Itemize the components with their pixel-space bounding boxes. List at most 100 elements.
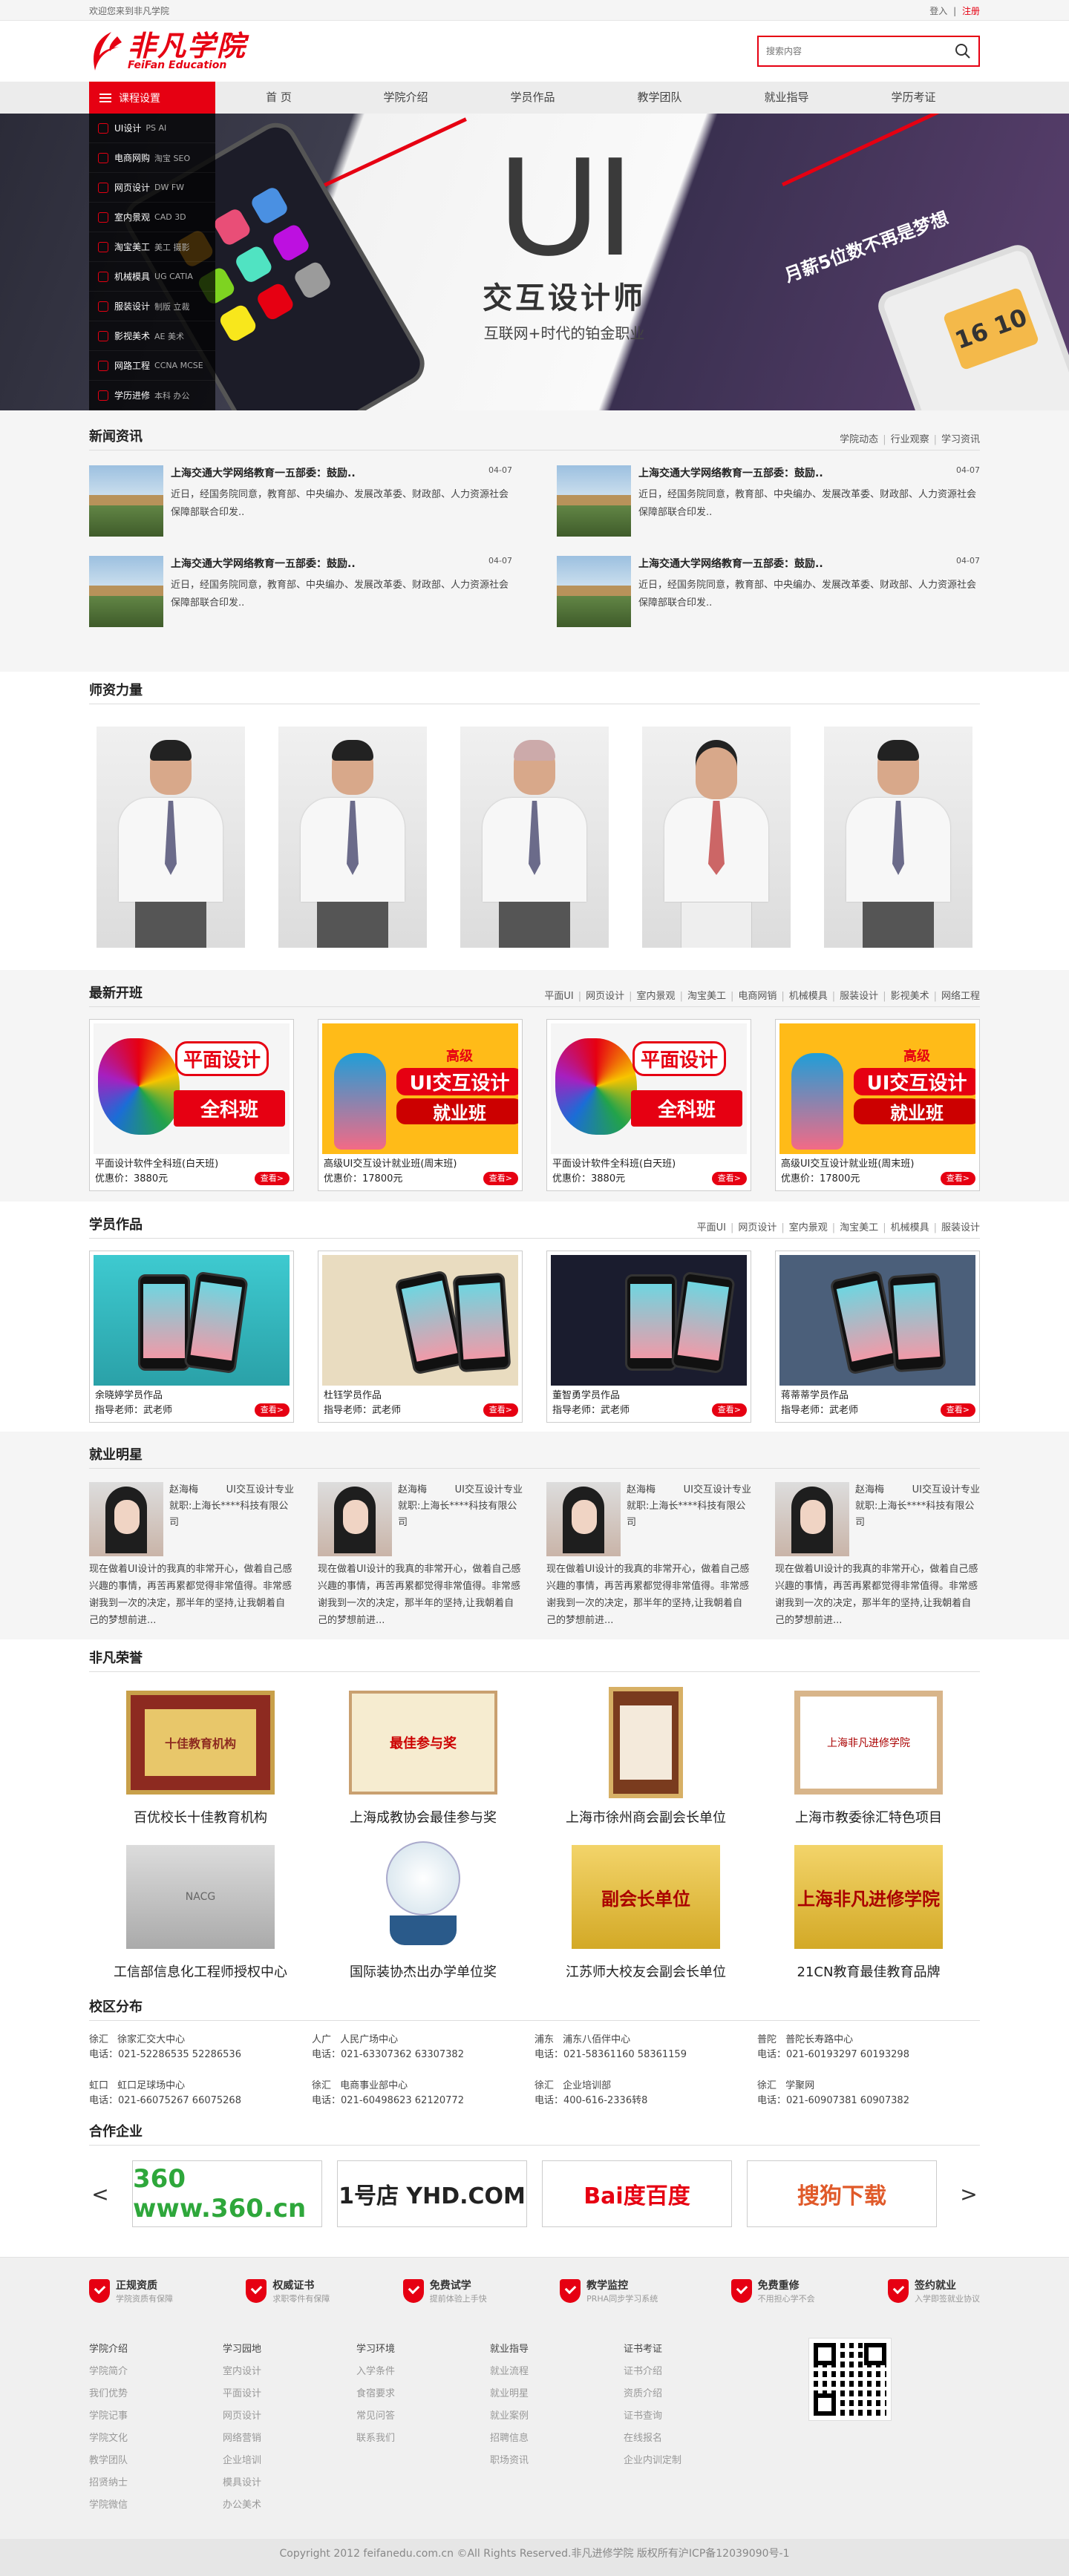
work-name[interactable]: 蒋蒂蒂学员作品 [781,1389,974,1403]
news-item-title[interactable]: 上海交通大学网络教育一五部委：鼓励.. [171,465,356,480]
footer-link[interactable]: 入学条件 [356,2361,490,2383]
news-thumbnail[interactable] [557,556,631,627]
course-category-link[interactable]: 机械模具 [789,991,828,1002]
footer-link[interactable]: 室内设计 [223,2361,356,2383]
side-menu-item[interactable]: 机械模具 UG CATIA [89,262,215,292]
course-card[interactable]: 平面设计 全科班 平面设计软件全科班(白天班) 优惠价：3880元 查看> [546,1019,751,1191]
footer-column-title[interactable]: 学院介绍 [89,2339,223,2361]
footer-link[interactable]: 在线报名 [624,2428,757,2450]
footer-column-title[interactable]: 证书考证 [624,2339,757,2361]
feature-item[interactable]: 免费重修 不用担心学不会 [730,2278,815,2304]
view-button[interactable]: 查看> [483,1403,518,1417]
work-image[interactable] [551,1255,747,1386]
footer-link[interactable]: 资质介绍 [624,2383,757,2405]
work-category-link[interactable]: 淘宝美工 [840,1222,878,1233]
work-image[interactable] [322,1255,518,1386]
search-input[interactable] [766,46,929,56]
course-category-link[interactable]: 网络工程 [941,991,980,1002]
news-thumbnail[interactable] [89,465,163,537]
footer-link[interactable]: 常见问答 [356,2405,490,2428]
footer-link[interactable]: 教学团队 [89,2450,223,2472]
teacher-photo[interactable] [460,727,609,948]
star-card[interactable]: 赵海梅 UI交互设计专业 就职:上海长****科技有限公司 现在做着UI设计的我真的非… [775,1482,980,1629]
work-image[interactable] [94,1255,290,1386]
work-card[interactable]: 余晓婷学员作品 指导老师：武老师 查看> [89,1251,294,1423]
footer-column-title[interactable]: 学习园地 [223,2339,356,2361]
feature-item[interactable]: 免费试学 提前体验上手快 [402,2278,487,2304]
search-icon[interactable] [955,43,971,59]
work-category-link[interactable]: 网页设计 [738,1222,777,1233]
star-avatar[interactable] [546,1482,621,1556]
course-name[interactable]: 平面设计软件全科班(白天班) [95,1157,288,1172]
partners-next-arrow[interactable]: > [958,2182,980,2206]
footer-link[interactable]: 企业内训定制 [624,2450,757,2472]
nav-item[interactable]: 教学团队 [596,82,723,114]
footer-link[interactable]: 就业明星 [490,2383,624,2405]
footer-link[interactable]: 平面设计 [223,2383,356,2405]
feature-item[interactable]: 签约就业 入学即签就业协议 [887,2278,980,2304]
footer-link[interactable]: 学院简介 [89,2361,223,2383]
feature-item[interactable]: 权威证书 求职零件有保障 [246,2278,330,2304]
footer-link[interactable]: 食宿要求 [356,2383,490,2405]
star-card[interactable]: 赵海梅 UI交互设计专业 就职:上海长****科技有限公司 现在做着UI设计的我真的非… [546,1482,751,1629]
side-menu-item[interactable]: 网页设计 DW FW [89,173,215,203]
course-poster[interactable]: 平面设计 全科班 [94,1023,290,1154]
footer-link[interactable]: 就业流程 [490,2361,624,2383]
work-category-link[interactable]: 机械模具 [891,1222,929,1233]
course-category-link[interactable]: 网页设计 [586,991,624,1002]
course-category-link[interactable]: 电商网销 [738,991,777,1002]
course-name[interactable]: 平面设计软件全科班(白天班) [552,1157,745,1172]
work-category-link[interactable]: 平面UI [697,1222,726,1233]
partner-logo[interactable]: 搜狗下载 [747,2160,937,2227]
nav-item[interactable]: 首 页 [215,82,342,114]
logo[interactable]: 非凡学院 FeiFan Education [89,29,246,73]
course-card[interactable]: 高级 UI交互设计 就业班 高级UI交互设计就业班(周末班) 优惠价：17800元 查看> [318,1019,523,1191]
honor-item[interactable]: 国际装协杰出办学单位奖 [312,1841,534,1981]
footer-link[interactable]: 学院微信 [89,2494,223,2517]
news-thumbnail[interactable] [89,556,163,627]
course-poster[interactable]: 高级 UI交互设计 就业班 [779,1023,975,1154]
news-item[interactable]: 上海交通大学网络教育一五部委：鼓励.. 04-07 近日，经国务院同意，教育部、中央… [89,465,512,537]
partner-logo[interactable]: 1号店 YHD.COM [337,2160,527,2227]
nav-item[interactable]: 学院介绍 [342,82,469,114]
view-button[interactable]: 查看> [711,1172,747,1185]
nav-item[interactable]: 学员作品 [469,82,596,114]
work-name[interactable]: 董智勇学员作品 [552,1389,745,1403]
news-thumbnail[interactable] [557,465,631,537]
footer-link[interactable]: 网络营销 [223,2428,356,2450]
footer-link[interactable]: 证书介绍 [624,2361,757,2383]
footer-link[interactable]: 网页设计 [223,2405,356,2428]
footer-link[interactable]: 我们优势 [89,2383,223,2405]
news-category-link[interactable]: 行业观察 [891,434,929,445]
honor-item[interactable]: NACG 工信部信息化工程师授权中心 [89,1841,312,1981]
footer-column-title[interactable]: 就业指导 [490,2339,624,2361]
footer-link[interactable]: 办公美术 [223,2494,356,2517]
footer-column-title[interactable]: 学习环境 [356,2339,490,2361]
course-name[interactable]: 高级UI交互设计就业班(周末班) [781,1157,974,1172]
star-avatar[interactable] [318,1482,392,1556]
footer-link[interactable]: 职场资讯 [490,2450,624,2472]
star-avatar[interactable] [89,1482,163,1556]
course-category-link[interactable]: 淘宝美工 [687,991,726,1002]
footer-link[interactable]: 招贤纳士 [89,2472,223,2494]
view-button[interactable]: 查看> [254,1403,290,1417]
view-button[interactable]: 查看> [711,1403,747,1417]
star-card[interactable]: 赵海梅 UI交互设计专业 就职:上海长****科技有限公司 现在做着UI设计的我真的非… [318,1482,523,1629]
side-menu-item[interactable]: 学历进修 本科 办公 [89,381,215,410]
teacher-photo[interactable] [278,727,427,948]
footer-link[interactable]: 学院文化 [89,2428,223,2450]
footer-link[interactable]: 联系我们 [356,2428,490,2450]
honor-item[interactable]: 最佳参与奖 上海成教协会最佳参与奖 [312,1687,534,1826]
course-category-link[interactable]: 影视美术 [891,991,929,1002]
work-name[interactable]: 余晓婷学员作品 [95,1389,288,1403]
work-card[interactable]: 杜钰学员作品 指导老师：武老师 查看> [318,1251,523,1423]
work-image[interactable] [779,1255,975,1386]
feature-item[interactable]: 教学监控 PRHA同步学习系统 [560,2278,658,2304]
honor-item[interactable]: 副会长单位 江苏师大校友会副会长单位 [534,1841,757,1981]
course-category-link[interactable]: 服装设计 [840,991,878,1002]
side-menu-item[interactable]: UI设计 PS AI [89,114,215,143]
footer-link[interactable]: 企业培训 [223,2450,356,2472]
login-link[interactable]: 登入 [929,6,947,16]
teacher-photo[interactable] [97,727,245,948]
course-poster[interactable]: 高级 UI交互设计 就业班 [322,1023,518,1154]
